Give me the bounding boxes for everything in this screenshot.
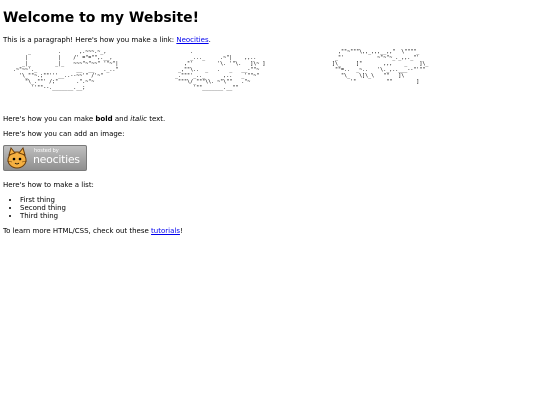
intro-text: This is a paragraph! Here's how you make… xyxy=(3,36,177,44)
list-item: Third thing xyxy=(20,212,537,220)
list-item: First thing xyxy=(20,196,537,204)
tutorial-exclaim: ! xyxy=(179,227,183,235)
intro-paragraph: This is a paragraph! Here's how you make… xyxy=(3,36,537,45)
tutorial-paragraph: To learn more HTML/CSS, check out these … xyxy=(3,227,537,236)
image-paragraph: Here's how you can add an image: xyxy=(3,130,125,138)
list-item: Second thing xyxy=(20,204,537,212)
ascii-art-row: _ . ,.~~~.~_, | | /' ="="",.__, _|_ _|_ … xyxy=(3,49,537,111)
thing-list: First thing Second thing Third thing xyxy=(3,196,537,220)
bold-line-after: text. xyxy=(146,115,166,123)
tutorial-text: To learn more HTML/CSS, check out these xyxy=(3,227,152,235)
ascii-art-right: ,""~"""\,,_,,,__,," \""""_ _"' ~"~"~_._,… xyxy=(332,49,429,85)
page-body: Welcome to my Website! This is a paragra… xyxy=(0,0,540,405)
neocities-badge-image[interactable]: hosted by neocities xyxy=(3,145,87,171)
ascii-art-left: _ . ,.~~~.~_, | | /' ="="",.__, _|_ _|_ … xyxy=(13,49,119,91)
badge-name-text: neocities xyxy=(33,153,80,166)
tutorials-link[interactable]: tutorials xyxy=(151,227,180,235)
page-title: Welcome to my Website! xyxy=(3,10,200,26)
bold-italic-paragraph: Here's how you can make bold and italic … xyxy=(3,115,537,124)
bold-text: bold xyxy=(95,115,113,123)
italic-text: italic xyxy=(130,115,147,123)
neocities-cat-icon xyxy=(6,147,28,169)
bold-line-middle: and xyxy=(112,115,131,123)
intro-period: . xyxy=(208,36,211,44)
list-paragraph: Here's how to make a list: xyxy=(3,181,94,189)
ascii-art-middle: . _..._ .~"| ,,.. ,"' '\. '"\. ]\~ ] _,"… xyxy=(175,49,266,91)
neocities-link[interactable]: Neocities xyxy=(176,36,208,44)
bold-line-before: Here's how you can make xyxy=(3,115,96,123)
